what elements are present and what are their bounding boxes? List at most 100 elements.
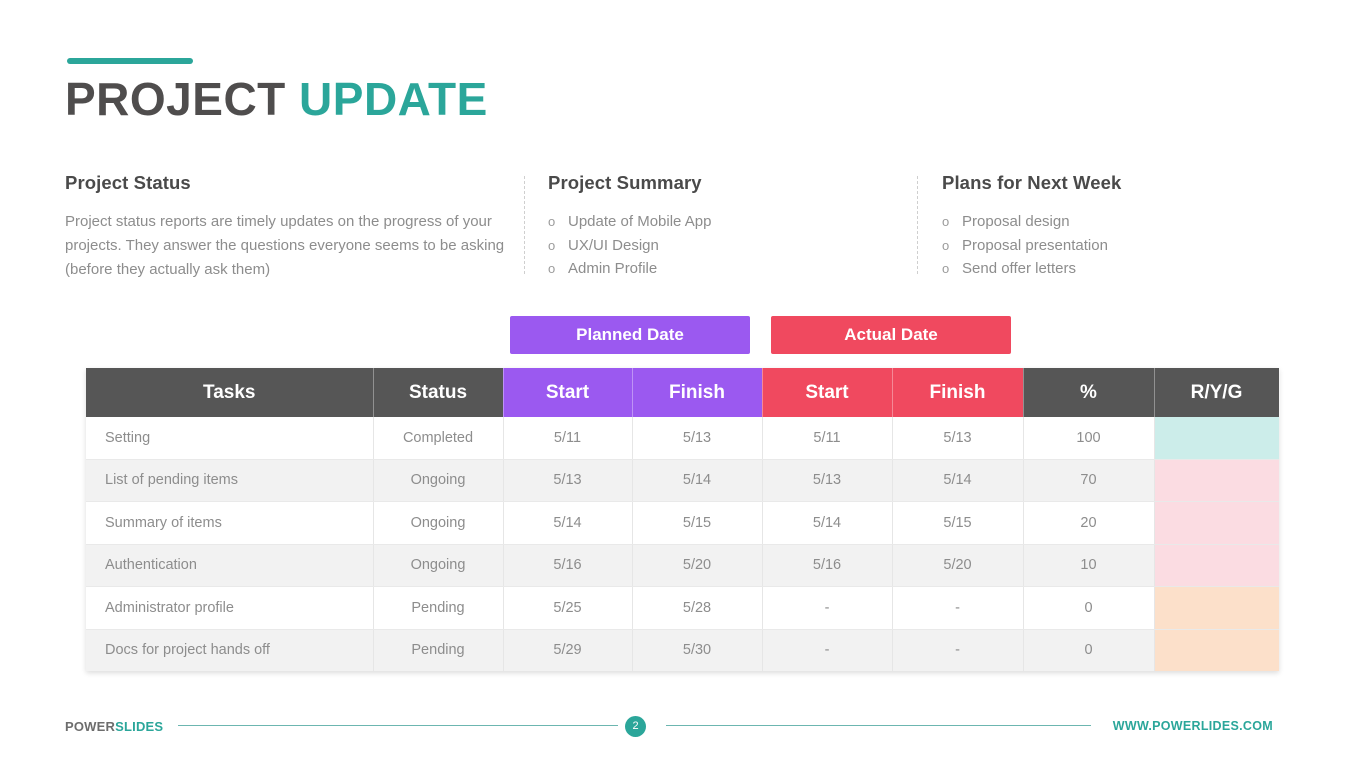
cell-status: Ongoing: [373, 501, 504, 545]
table-row[interactable]: Authentication Ongoing 5/16 5/20 5/16 5/…: [86, 544, 1279, 587]
cell-status: Completed: [373, 417, 504, 460]
table-body: Setting Completed 5/11 5/13 5/11 5/13 10…: [86, 417, 1279, 671]
circle-bullet-icon: o: [942, 214, 950, 229]
cell-task: Setting: [86, 417, 374, 460]
list-item: o Admin Profile: [548, 257, 918, 281]
circle-bullet-icon: o: [942, 261, 950, 276]
cell-actual-finish: 5/20: [892, 544, 1024, 587]
website-url[interactable]: WWW.POWERLIDES.COM: [1113, 719, 1273, 733]
project-schedule-table: Tasks Status Start Finish Start Finish %…: [86, 368, 1280, 671]
cell-status: Pending: [373, 586, 504, 630]
list-item-label: Proposal presentation: [962, 236, 1108, 254]
cell-planned-start: 5/16: [503, 544, 633, 587]
list-item: o UX/UI Design: [548, 234, 918, 258]
footer-rule-left: [178, 725, 618, 726]
cell-percent: 100: [1023, 417, 1155, 460]
date-legend: Planned Date Actual Date: [0, 316, 1365, 354]
cell-ryg-status: [1154, 459, 1279, 502]
cell-planned-start: 5/11: [503, 417, 633, 460]
cell-task: Administrator profile: [86, 586, 374, 630]
column-header-ryg[interactable]: R/Y/G: [1154, 368, 1280, 417]
cell-planned-finish: 5/14: [632, 459, 763, 502]
cell-actual-finish: -: [892, 629, 1024, 671]
cell-planned-finish: 5/15: [632, 501, 763, 545]
cell-planned-finish: 5/13: [632, 417, 763, 460]
cell-actual-start: -: [762, 629, 893, 671]
project-summary-column: Project Summary o Update of Mobile App oU…: [548, 172, 918, 281]
table-row[interactable]: Setting Completed 5/11 5/13 5/11 5/13 10…: [86, 417, 1279, 460]
project-status-column: Project Status Project status reports ar…: [65, 172, 505, 282]
cell-planned-finish: 5/28: [632, 586, 763, 630]
cell-percent: 0: [1023, 586, 1155, 630]
cell-planned-finish: 5/30: [632, 629, 763, 671]
cell-percent: 0: [1023, 629, 1155, 671]
planned-date-legend-button[interactable]: Planned Date: [510, 316, 750, 354]
list-item: o Update of Mobile App: [548, 210, 918, 234]
actual-date-legend-button[interactable]: Actual Date: [771, 316, 1011, 354]
circle-bullet-icon: o: [548, 237, 556, 253]
cell-planned-start: 5/13: [503, 459, 633, 502]
cell-actual-finish: 5/15: [892, 501, 1024, 545]
cell-ryg-status: [1154, 544, 1279, 587]
project-summary-list: o Update of Mobile App o UX/UI Design o Adm…: [548, 210, 918, 281]
list-item-label: Admin Profile: [568, 260, 658, 277]
cell-planned-start: 5/14: [503, 501, 633, 545]
cell-ryg-status: [1154, 586, 1279, 630]
column-divider-1: [524, 176, 525, 274]
circle-bullet-icon: o: [548, 261, 556, 276]
cell-percent: 70: [1023, 459, 1155, 502]
cell-actual-start: 5/16: [762, 544, 893, 587]
column-header-actual-finish[interactable]: Finish: [892, 368, 1024, 417]
cell-ryg-status: [1154, 629, 1279, 671]
page-title-accent: UPDATE: [299, 73, 488, 125]
column-header-status[interactable]: Status: [373, 368, 504, 417]
table-row[interactable]: Administrator profile Pending 5/25 5/28 …: [86, 586, 1279, 630]
cell-task: Summary of items: [86, 501, 374, 545]
column-header-tasks[interactable]: Tasks: [86, 368, 374, 417]
cell-ryg-status: [1154, 417, 1279, 460]
list-item: o Send offer letters: [942, 257, 1322, 281]
list-item: o Proposal presentation: [942, 234, 1322, 258]
cell-actual-finish: 5/13: [892, 417, 1024, 460]
list-item-label: Proposal design: [962, 213, 1070, 230]
slide-footer: POWERSLIDES 2 WWW.POWERLIDES.COM: [0, 705, 1365, 755]
circle-bullet-icon: o: [548, 214, 556, 229]
cell-planned-start: 5/29: [503, 629, 633, 671]
cell-actual-finish: -: [892, 586, 1024, 630]
list-item: o Proposal design: [942, 210, 1322, 234]
cell-percent: 10: [1023, 544, 1155, 587]
cell-status: Pending: [373, 629, 504, 671]
cell-actual-start: 5/13: [762, 459, 893, 502]
table-row[interactable]: Summary of items Ongoing 5/14 5/15 5/14 …: [86, 501, 1279, 545]
footer-rule-right: [666, 725, 1091, 726]
project-status-body: Project status reports are timely update…: [65, 213, 505, 278]
column-header-planned-start[interactable]: Start: [503, 368, 633, 417]
brand-logo: POWERSLIDES: [65, 719, 163, 734]
project-status-heading: Project Status: [65, 172, 191, 193]
page-number-badge: 2: [625, 716, 646, 737]
plans-next-week-heading: Plans for Next Week: [942, 172, 1122, 193]
column-header-percent[interactable]: %: [1023, 368, 1155, 417]
list-item-label: Send offer letters: [962, 260, 1076, 277]
cell-task: Authentication: [86, 544, 374, 587]
column-header-actual-start[interactable]: Start: [762, 368, 893, 417]
list-item-label: UX/UI Design: [568, 236, 659, 254]
cell-status: Ongoing: [373, 544, 504, 587]
cell-task: List of pending items: [86, 459, 374, 502]
brand-logo-first: POWER: [65, 719, 116, 734]
page-title: PROJECT UPDATE: [65, 72, 488, 126]
list-item-label: Update of Mobile App: [568, 213, 712, 230]
plans-next-week-list: o Proposal design o Proposal presentation …: [942, 210, 1322, 281]
brand-logo-second: SLIDES: [115, 719, 164, 734]
cell-actual-finish: 5/14: [892, 459, 1024, 502]
table-row[interactable]: Docs for project hands off Pending 5/29 …: [86, 629, 1279, 671]
cell-actual-start: 5/14: [762, 501, 893, 545]
column-header-planned-finish[interactable]: Finish: [632, 368, 763, 417]
table-header-row: Tasks Status Start Finish Start Finish %…: [86, 368, 1280, 417]
table-row[interactable]: List of pending items Ongoing 5/13 5/14 …: [86, 459, 1279, 502]
cell-task: Docs for project hands off: [86, 629, 374, 671]
cell-percent: 20: [1023, 501, 1155, 545]
cell-actual-start: 5/11: [762, 417, 893, 460]
title-accent-bar: [67, 58, 193, 64]
cell-actual-start: -: [762, 586, 893, 630]
